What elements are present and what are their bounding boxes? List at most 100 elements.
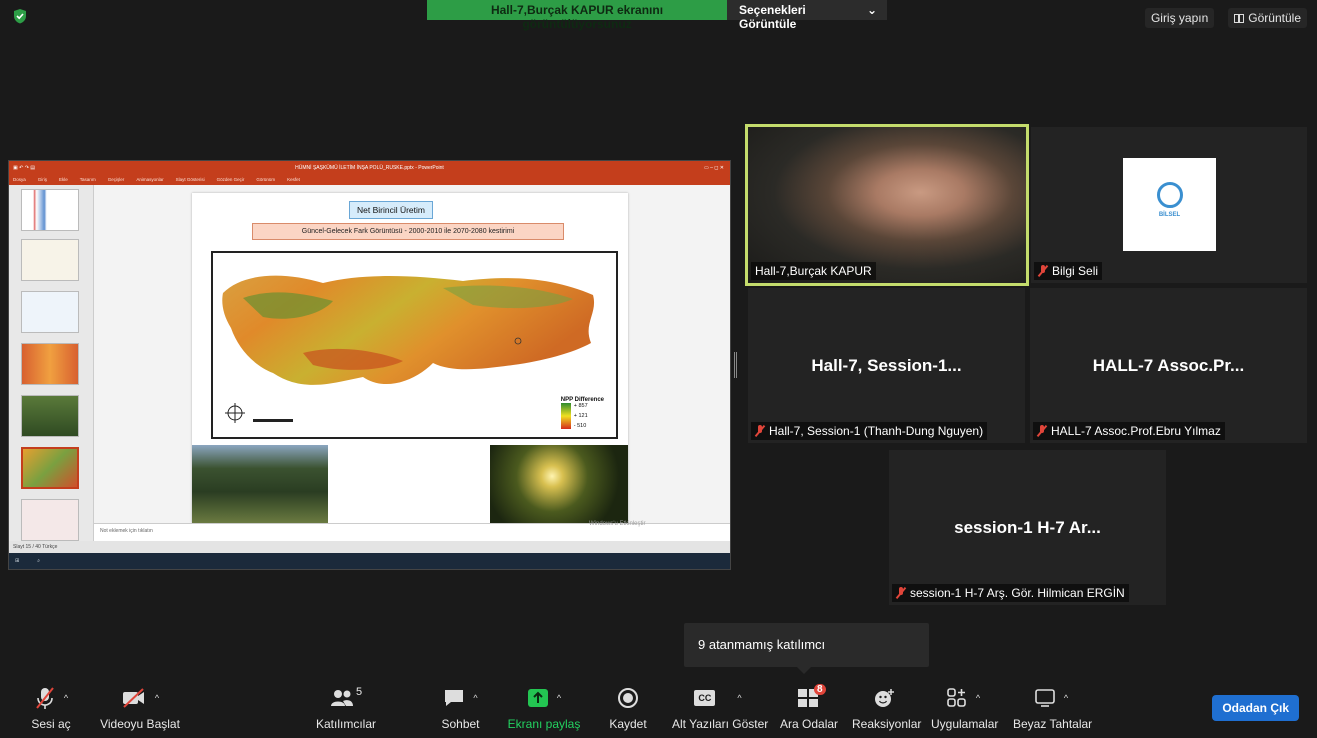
taskbar-search-icon: ⌕ [37,558,41,564]
breakout-rooms-button[interactable]: 8 Ara Odalar [780,684,839,731]
legend-color-bar [560,403,571,429]
legend-value: - 510 [573,423,587,429]
share-screen-button[interactable]: ^ Ekranı paylaş [506,686,582,731]
caret-up-icon[interactable]: ^ [557,693,561,703]
ribbon-tab: Giriş [37,177,48,182]
whiteboards-label: Beyaz Tahtalar [1013,717,1093,731]
forest-sun-photo [490,445,628,523]
mic-muted-icon [1037,425,1047,437]
view-options-button[interactable]: Seçenekleri Görüntüle ⌄ [727,0,887,31]
caret-up-icon[interactable]: ^ [473,693,477,703]
ribbon-tab: Geçişler [107,177,125,182]
slide-thumb [21,343,79,385]
logo-text: BİLSEL [1158,212,1181,218]
reactions-label: Reaksiyonlar [852,717,922,731]
view-label: Görüntüle [1248,11,1301,25]
caret-up-icon[interactable]: ^ [1064,693,1068,703]
ribbon-tab: Ekle [59,177,68,182]
participant-display-name: Hall-7, Session-1... [811,355,962,375]
bilsel-logo: BİLSEL [1123,158,1216,251]
whiteboards-button[interactable]: ^ Beyaz Tahtalar [1013,686,1093,731]
participant-name: Hall-7, Session-1 (Thanh-Dung Nguyen) [751,422,988,440]
captions-button[interactable]: CC ^ Alt Yazıları Göster [672,686,769,731]
ribbon-tab: Animasyonlar [136,177,164,182]
activation-watermark: Windows'u Etkinleştir [589,521,646,527]
map-legend: NPP Difference + 857 + 121 - 510 [560,397,604,429]
resize-handle[interactable] [734,352,737,378]
ppt-statusbar: Slayt 15 / 40 Türkçe [9,541,730,553]
breakout-badge: 8 [814,684,826,695]
leave-room-button[interactable]: Odadan Çık [1212,695,1299,721]
windows-taskbar: ⊞ ⌕ [9,553,730,569]
share-banner-text: Hall-7,Burçak KAPUR ekranını görüntülüyo… [427,0,727,31]
apps-icon [947,688,966,707]
shield-icon[interactable] [12,8,28,24]
unassigned-participants-tooltip: 9 atanmamış katılımcı [684,623,929,674]
ppt-titlebar: ▣ ↶ ↷ ▤ HÜMNİ ŞAŞKÜMÜ İLETİM İNŞA POLÜ_R… [9,161,730,175]
slide-thumb-selected [21,447,79,489]
breakout-rooms-label: Ara Odalar [780,717,839,731]
video-tile-hall7-assoc[interactable]: HALL-7 Assoc.Pr... HALL-7 Assoc.Prof.Ebr… [1030,288,1307,443]
slide-thumbnails [9,185,94,541]
reactions-button[interactable]: Reaksiyonlar [852,686,922,731]
chevron-down-icon: ⌄ [866,3,877,17]
caret-up-icon[interactable]: ^ [64,693,68,703]
slide-thumb [21,239,79,281]
video-tile-session-1[interactable]: Hall-7, Session-1... Hall-7, Session-1 (… [748,288,1025,443]
mic-muted-icon [1038,265,1048,277]
share-screen-icon [527,689,548,707]
video-tile-bilgi-seli[interactable]: BİLSEL Bilgi Seli [1031,127,1307,283]
unmute-button[interactable]: ^ Sesi aç [26,686,76,731]
sign-in-button[interactable]: Giriş yapın [1144,8,1215,28]
layout-icon [1234,14,1245,23]
globe-icon [1157,182,1183,208]
participant-video [748,127,1026,283]
compass-icon [225,403,245,423]
record-icon [618,688,638,708]
participant-name: HALL-7 Assoc.Prof.Ebru Yılmaz [1033,422,1225,440]
share-banner: Hall-7,Burçak KAPUR ekranını görüntülüyo… [427,0,887,31]
captions-icon: CC [694,690,716,706]
captions-label: Alt Yazıları Göster [672,717,769,731]
slide-thumb [21,499,79,541]
forest-photo [192,445,328,523]
caret-up-icon[interactable]: ^ [155,693,159,703]
npp-map: NPP Difference + 857 + 121 - 510 [211,251,618,439]
chat-button[interactable]: ^ Sohbet [433,686,488,731]
ppt-ribbon: Dosya Giriş Ekle Tasarım Geçişler Animas… [9,175,730,185]
view-options-label: Seçenekleri Görüntüle [739,3,806,31]
ribbon-tab: Görünüm [256,177,276,182]
caret-up-icon[interactable]: ^ [737,693,741,703]
view-button[interactable]: Görüntüle [1228,8,1307,28]
turkey-map [222,275,595,423]
apps-label: Uygulamalar [931,717,999,731]
shared-screen[interactable]: ▣ ↶ ↷ ▤ HÜMNİ ŞAŞKÜMÜ İLETİM İNŞA POLÜ_R… [8,160,731,570]
apps-button[interactable]: ^ Uygulamalar [931,686,999,731]
video-tile-session-1-h7[interactable]: session-1 H-7 Ar... session-1 H-7 Arş. G… [889,450,1166,605]
ribbon-tab: Tasarım [79,177,96,182]
slide: Net Birincil Üretim Güncel-Gelecek Fark … [192,193,628,523]
meeting-toolbar: ^ Sesi aç ^ Videoyu Başlat 5 Katılımcıla… [0,680,1317,738]
start-video-label: Videoyu Başlat [100,717,180,731]
participant-display-name: HALL-7 Assoc.Pr... [1092,355,1245,375]
participants-button[interactable]: 5 Katılımcılar [316,686,376,731]
participant-name: Hall-7,Burçak KAPUR [751,262,876,280]
share-screen-label: Ekranı paylaş [507,717,581,731]
ribbon-tab: Kesfet [287,177,300,182]
slide-thumb [21,189,79,231]
slide-title: Net Birincil Üretim [349,201,433,219]
participants-icon [330,690,353,706]
mic-muted-icon [896,587,906,599]
caret-up-icon[interactable]: ^ [976,693,980,703]
reactions-icon [875,689,894,707]
unmute-label: Sesi aç [31,717,71,731]
legend-value: + 121 [573,413,588,419]
ppt-title: HÜMNİ ŞAŞKÜMÜ İLETİM İNŞA POLÜ_RUSKE.ppt… [295,165,444,171]
record-button[interactable]: Kaydet [606,686,650,731]
ppt-quick-access: ▣ ↶ ↷ ▤ [13,165,35,171]
ppt-window-controls: ▭ – ◻ ✕ [703,165,724,171]
slide-thumb [21,291,79,333]
start-video-button[interactable]: ^ Videoyu Başlat [100,686,180,731]
video-tile-active-speaker[interactable]: Hall-7,Burçak KAPUR [745,124,1029,286]
windows-start-icon: ⊞ [15,558,20,564]
